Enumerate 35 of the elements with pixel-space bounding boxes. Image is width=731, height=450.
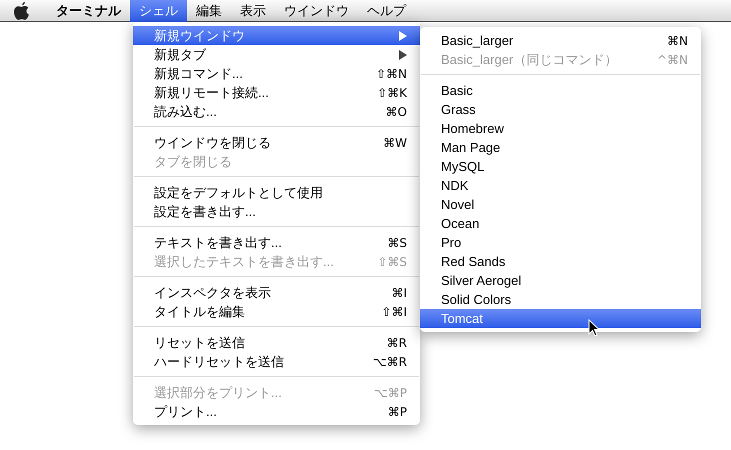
menu-bar-item[interactable]: ウインドウ — [275, 0, 358, 22]
menu-item[interactable]: 新規リモート接続... ⇧⌘K — [133, 83, 420, 102]
menu-item[interactable]: 設定をデフォルトとして使用 — [133, 183, 420, 202]
menu-item[interactable]: Silver Aerogel — [420, 271, 701, 290]
menu-item[interactable]: ハードリセットを送信 ⌥⌘R — [133, 352, 420, 371]
menu-bar-item[interactable]: 編集 — [187, 0, 231, 22]
menu-item[interactable]: インスペクタを表示 ⌘I — [133, 283, 420, 302]
menu-item[interactable]: ウインドウを閉じる ⌘W — [133, 133, 420, 152]
menu-bar-item[interactable]: 表示 — [231, 0, 275, 22]
menu-item[interactable]: 新規タブ — [133, 45, 420, 64]
menu-bar-item[interactable]: ヘルプ — [358, 0, 415, 22]
menu-item[interactable]: Solid Colors — [420, 290, 701, 309]
menu-item[interactable]: 設定を書き出す... — [133, 202, 420, 221]
menu-item[interactable]: NDK — [420, 176, 701, 195]
menu-item[interactable]: Homebrew — [420, 119, 701, 138]
menu-item[interactable]: Basic_larger ⌘N — [420, 31, 701, 50]
menu-item[interactable]: Pro — [420, 233, 701, 252]
menu-item[interactable]: 読み込む... ⌘O — [133, 102, 420, 121]
menu-item[interactable]: Basic — [420, 81, 701, 100]
menu-item[interactable]: Tomcat — [420, 309, 701, 328]
menu-item[interactable]: Ocean — [420, 214, 701, 233]
menu-item[interactable]: リセットを送信 ⌘R — [133, 333, 420, 352]
apple-logo-icon[interactable] — [13, 0, 30, 20]
menu-bar-item[interactable]: ターミナル — [47, 0, 130, 22]
menu-item[interactable]: Man Page — [420, 138, 701, 157]
menu-item[interactable]: タイトルを編集 ⇧⌘I — [133, 302, 420, 321]
menu-item[interactable]: Red Sands — [420, 252, 701, 271]
menu-item[interactable]: プリント... ⌘P — [133, 402, 420, 421]
menu-item[interactable]: 新規コマンド... ⇧⌘N — [133, 64, 420, 83]
menu-item[interactable]: テキストを書き出す... ⌘S — [133, 233, 420, 252]
menu-bar-item[interactable]: シェル — [130, 0, 187, 22]
menu-item[interactable]: Novel — [420, 195, 701, 214]
menu-item[interactable]: Grass — [420, 100, 701, 119]
menu-item[interactable]: 新規ウインドウ — [133, 26, 420, 45]
menu-item[interactable]: MySQL — [420, 157, 701, 176]
